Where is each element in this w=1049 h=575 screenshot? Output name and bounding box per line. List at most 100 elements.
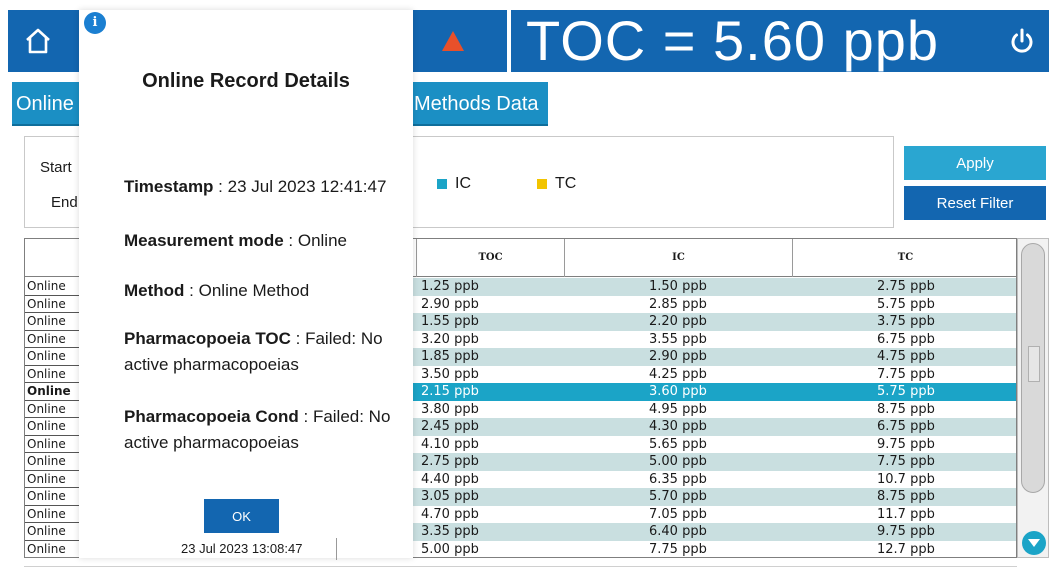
apply-button[interactable]: Apply (904, 146, 1046, 180)
cell-mode: Online (25, 418, 81, 436)
cell-toc: 4.40 ppb (421, 471, 479, 487)
cell-toc: 3.80 ppb (421, 401, 479, 417)
cell-tc: 8.75 ppb (877, 489, 935, 504)
cell-ic: 4.25 ppb (649, 366, 707, 382)
cell-tc: 9.75 ppb (877, 524, 935, 539)
cell-toc: 3.20 ppb (421, 331, 479, 347)
cell-tc: 4.75 ppb (877, 349, 935, 364)
cell-toc: 1.25 ppb (421, 279, 479, 294)
record-details-dialog: Online Record Details Timestamp : 23 Jul… (79, 10, 413, 560)
cell-mode: Online (25, 523, 81, 541)
header-divider (507, 10, 511, 72)
cell-ic: 7.05 ppb (649, 506, 707, 522)
cell-tc: 7.75 ppb (877, 366, 935, 382)
cell-mode: Online (25, 505, 81, 523)
cell-toc: 4.70 ppb (421, 506, 479, 522)
cell-tc: 7.75 ppb (877, 454, 935, 469)
cell-ic: 5.65 ppb (649, 436, 707, 452)
cell-toc: 3.50 ppb (421, 366, 479, 382)
cell-mode: Online (25, 348, 81, 366)
ok-button[interactable]: OK (204, 499, 279, 533)
cell-mode: Online (25, 470, 81, 488)
reset-filter-button[interactable]: Reset Filter (904, 186, 1046, 220)
scroll-grip (1028, 346, 1040, 382)
cell-mode: Online (25, 330, 81, 348)
cell-ic: 5.00 ppb (649, 454, 707, 469)
legend-ic[interactable]: IC (437, 175, 471, 193)
cell-ic: 2.85 ppb (649, 296, 707, 312)
cell-ic: 3.55 ppb (649, 331, 707, 347)
cell-toc: 2.75 ppb (421, 454, 479, 469)
cell-toc: 4.10 ppb (421, 436, 479, 452)
power-icon[interactable] (1007, 26, 1037, 56)
cell-mode: Online (25, 540, 81, 557)
cell-ic: 5.70 ppb (649, 489, 707, 504)
cell-mode: Online (25, 400, 81, 418)
tab-methods-data[interactable]: Methods Data (410, 82, 548, 126)
detail-timestamp: Timestamp : 23 Jul 2023 12:41:47 (124, 177, 387, 196)
cell-mode: Online (25, 435, 81, 453)
detail-pharmacopoeia-cond: Pharmacopoeia Cond : Failed: No active p… (124, 407, 391, 452)
scroll-down-button[interactable] (1022, 531, 1046, 555)
cell-ic: 7.75 ppb (649, 541, 707, 557)
cell-toc: 2.15 ppb (421, 384, 479, 399)
cell-tc: 6.75 ppb (877, 419, 935, 434)
cell-ic: 4.30 ppb (649, 419, 707, 434)
cell-mode: Online (25, 488, 81, 506)
cell-tc: 2.75 ppb (877, 279, 935, 294)
cell-ic: 2.20 ppb (649, 314, 707, 329)
cell-mode: Online (25, 365, 81, 383)
warning-triangle-icon[interactable] (440, 28, 466, 54)
column-header-toc[interactable]: TOC (417, 239, 565, 277)
scroll-thumb[interactable] (1021, 243, 1045, 493)
column-header-ic[interactable]: IC (565, 239, 793, 277)
cell-mode: Online (25, 453, 81, 471)
cell-ic: 3.60 ppb (649, 384, 707, 399)
cell-tc: 12.7 ppb (877, 541, 935, 557)
cell-toc: 1.55 ppb (421, 314, 479, 329)
cell-toc: 2.45 ppb (421, 419, 479, 434)
cell-tc: 8.75 ppb (877, 401, 935, 417)
cell-mode: Online (25, 313, 81, 331)
cell-tc: 5.75 ppb (877, 296, 935, 312)
detail-method: Method : Online Method (124, 281, 310, 300)
cell-ic: 4.95 ppb (649, 401, 707, 417)
legend-tc-label: TC (555, 175, 577, 192)
bottom-divider (24, 566, 1017, 567)
legend-ic-swatch (437, 179, 447, 189)
dialog-footer-timestamp: 23 Jul 2023 13:08:47 (179, 538, 337, 560)
cell-mode: Online (25, 383, 81, 401)
end-label: End (51, 194, 78, 211)
cell-tc: 10.7 ppb (877, 471, 935, 487)
home-button[interactable] (8, 10, 68, 72)
legend-tc[interactable]: TC (537, 175, 576, 193)
cell-ic: 2.90 ppb (649, 349, 707, 364)
start-label: Start (40, 159, 72, 176)
cell-ic: 1.50 ppb (649, 279, 707, 294)
cell-toc: 5.00 ppb (421, 541, 479, 557)
cell-tc: 9.75 ppb (877, 436, 935, 452)
cell-tc: 6.75 ppb (877, 331, 935, 347)
detail-measurement-mode: Measurement mode : Online (124, 231, 347, 250)
cell-toc: 3.05 ppb (421, 489, 479, 504)
cell-toc: 1.85 ppb (421, 349, 479, 364)
cell-mode: Online (25, 295, 81, 313)
toc-readout: TOC = 5.60 ppb (526, 9, 939, 72)
detail-pharmacopoeia-toc: Pharmacopoeia TOC : Failed: No active ph… (124, 329, 383, 374)
column-header-tc[interactable]: TC (793, 239, 1016, 277)
cell-toc: 3.35 ppb (421, 524, 479, 539)
cell-ic: 6.40 ppb (649, 524, 707, 539)
chevron-down-icon (1028, 539, 1040, 547)
home-icon (26, 28, 50, 54)
cell-toc: 2.90 ppb (421, 296, 479, 312)
legend-ic-label: IC (455, 175, 471, 192)
cell-tc: 5.75 ppb (877, 384, 935, 399)
cell-tc: 3.75 ppb (877, 314, 935, 329)
table-scrollbar[interactable] (1017, 238, 1049, 558)
cell-tc: 11.7 ppb (877, 506, 935, 522)
info-icon: i (84, 12, 106, 34)
dialog-title: Online Record Details (142, 70, 350, 92)
cell-mode: Online (25, 278, 81, 296)
legend-tc-swatch (537, 179, 547, 189)
tab-online[interactable]: Online (12, 82, 82, 126)
